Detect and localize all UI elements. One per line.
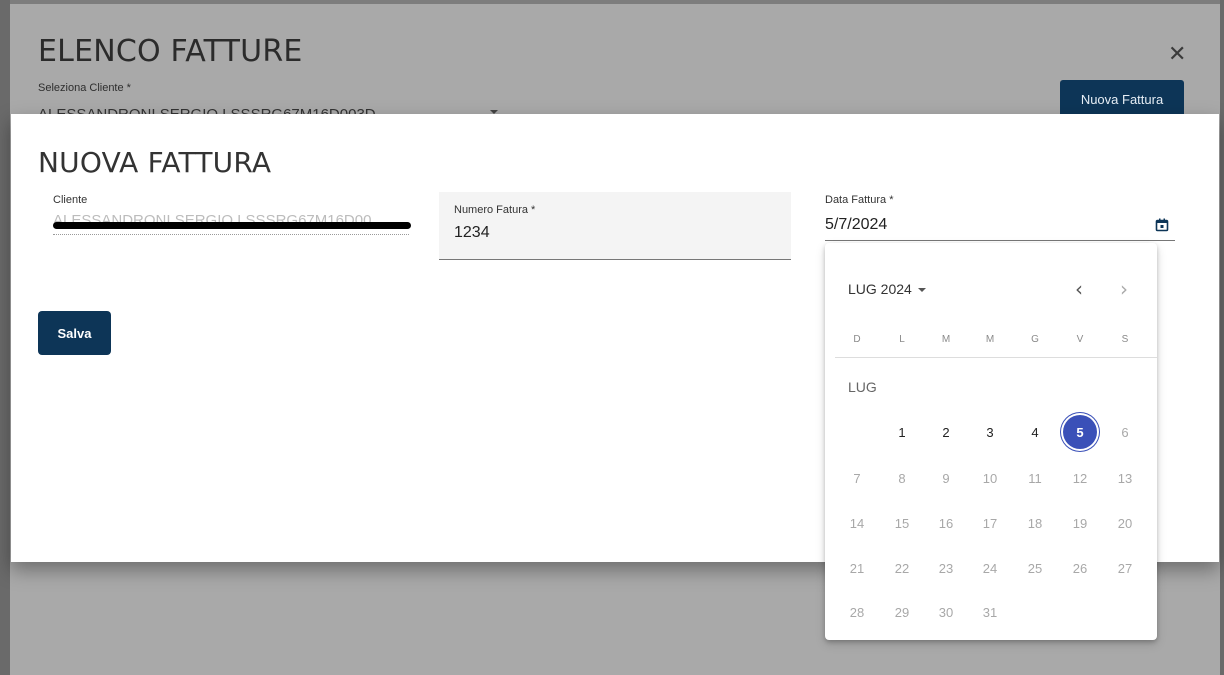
calendar-day-selected[interactable]: 5 xyxy=(1062,414,1098,450)
calendar-day: 21 xyxy=(849,560,865,576)
calendar-day: 11 xyxy=(1028,470,1042,486)
save-button[interactable]: Salva xyxy=(38,311,111,355)
invoice-date-label: Data Fattura * xyxy=(825,194,894,206)
calendar-day[interactable]: 1 xyxy=(884,414,920,450)
new-invoice-title: NUOVA FATTURA xyxy=(38,146,272,179)
calendar-day: 13 xyxy=(1117,470,1133,486)
weekday-label: M xyxy=(985,334,995,345)
calendar-divider xyxy=(835,357,1157,358)
client-select-label: Seleziona Cliente * xyxy=(38,82,131,94)
invoice-list-title: ELENCO FATTURE xyxy=(38,34,303,69)
invoice-date-input[interactable]: 5/7/2024 xyxy=(825,216,887,234)
calendar-day: 30 xyxy=(938,604,954,620)
calendar-day: 15 xyxy=(894,515,910,531)
calendar-day: 18 xyxy=(1027,515,1043,531)
calendar-day: 9 xyxy=(942,470,950,486)
calendar-day[interactable]: 3 xyxy=(972,414,1008,450)
calendar-day: 20 xyxy=(1117,515,1133,531)
calendar-day: 26 xyxy=(1072,560,1088,576)
next-month-button[interactable]: › xyxy=(1120,277,1128,301)
close-icon[interactable]: ✕ xyxy=(1168,42,1186,67)
calendar-day: 6 xyxy=(1121,424,1129,440)
calendar-day: 14 xyxy=(849,515,865,531)
redaction-bar xyxy=(53,222,411,229)
calendar-day[interactable]: 4 xyxy=(1017,414,1053,450)
period-selector-button[interactable]: LUG 2024 xyxy=(848,281,926,297)
calendar-icon[interactable] xyxy=(1155,218,1169,232)
calendar-day: 27 xyxy=(1117,560,1133,576)
weekday-label: M xyxy=(941,334,951,345)
client-select[interactable]: ALESSANDRONI SERGIO LSSSRG67M16D003D xyxy=(38,102,498,114)
weekday-label: L xyxy=(899,334,905,345)
calendar-day: 7 xyxy=(853,470,861,486)
client-field: Cliente ALESSANDRONI SERGIO LSSSRG67M16D… xyxy=(53,192,423,252)
calendar-day: 24 xyxy=(982,560,998,576)
new-invoice-button[interactable]: Nuova Fattura xyxy=(1060,80,1184,118)
weekday-label: V xyxy=(1076,334,1084,345)
calendar-day: 31 xyxy=(982,604,998,620)
calendar-day[interactable]: 2 xyxy=(928,414,964,450)
calendar-day: 8 xyxy=(898,470,906,486)
weekday-label: G xyxy=(1031,334,1039,345)
calendar-day: 19 xyxy=(1072,515,1088,531)
backdrop-right xyxy=(1220,0,1224,675)
calendar-day: 10 xyxy=(982,470,998,486)
invoice-number-label: Numero Fatura * xyxy=(454,204,536,216)
month-label: LUG xyxy=(848,379,877,395)
backdrop-left xyxy=(0,0,10,675)
calendar-day: 29 xyxy=(894,604,910,620)
period-label: LUG 2024 xyxy=(848,281,912,297)
calendar-day: 23 xyxy=(938,560,954,576)
invoice-number-field[interactable]: Numero Fatura * 1234 xyxy=(439,192,791,260)
weekday-label: S xyxy=(1121,334,1129,345)
client-field-label: Cliente xyxy=(53,194,88,206)
calendar-day: 22 xyxy=(894,560,910,576)
weekday-label: D xyxy=(853,334,861,345)
client-field-underline xyxy=(53,234,409,235)
previous-month-button[interactable]: ‹ xyxy=(1075,277,1083,301)
calendar-day: 25 xyxy=(1027,560,1043,576)
chevron-down-icon xyxy=(917,288,926,293)
calendar-day: 12 xyxy=(1072,470,1088,486)
calendar-day: 17 xyxy=(982,515,998,531)
datepicker-popup: LUG 2024 ‹ › DLMMGVS LUG 1 2 3 4 5 6 7 8 9 10 11 12… xyxy=(825,243,1157,640)
calendar-day: 28 xyxy=(849,604,865,620)
invoice-date-underline xyxy=(825,240,1175,241)
invoice-number-input[interactable]: 1234 xyxy=(454,224,490,242)
invoice-date-field[interactable]: Data Fattura * 5/7/2024 xyxy=(825,192,1175,242)
calendar-day: 16 xyxy=(938,515,954,531)
